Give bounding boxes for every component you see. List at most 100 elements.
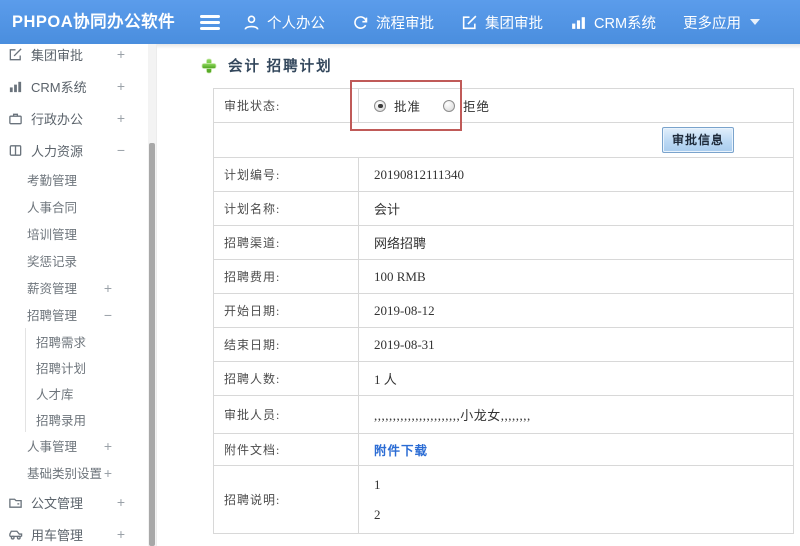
expand-toggle[interactable]: + [117, 494, 125, 510]
edit-icon [461, 14, 478, 31]
field-plan-name: 计划名称: 会计 [214, 192, 793, 226]
sidebar-item-label: 用车管理 [31, 527, 84, 543]
sidebar-item-label: 公文管理 [31, 495, 84, 511]
bar-chart-icon [8, 79, 24, 94]
sidebar-item-hr-contract[interactable]: 人事合同 [0, 193, 148, 220]
app-title: PHPOA协同办公软件 [12, 13, 176, 31]
sidebar-item-vehicle-mgmt[interactable]: 用车管理 + [0, 518, 148, 546]
field-label: 开始日期: [214, 294, 359, 327]
sidebar-item-recruit-plan[interactable]: 招聘计划 [26, 354, 148, 380]
field-label: 结束日期: [214, 328, 359, 361]
field-value: 1 人 [374, 372, 397, 387]
field-value: 网络招聘 [374, 236, 427, 251]
top-navigation-bar: PHPOA协同办公软件 个人办公 流程审批 集团审批 CRM系统 更多应用 [0, 0, 800, 44]
nav-item-group-approval[interactable]: 集团审批 [461, 12, 543, 33]
user-icon [243, 14, 260, 31]
scrollbar-thumb[interactable] [149, 143, 155, 546]
field-value: 20190812111340 [374, 166, 465, 182]
expand-toggle[interactable]: + [104, 280, 112, 296]
field-label: 招聘说明: [214, 466, 359, 533]
field-description: 招聘说明: 1 2 [214, 466, 793, 534]
radio-approve-label: 批准 [394, 100, 422, 114]
field-value: 会计 [374, 202, 401, 217]
top-nav: 个人办公 流程审批 集团审批 CRM系统 更多应用 [243, 0, 761, 44]
sidebar-item-label: 招聘管理 [27, 309, 78, 323]
sidebar-item-document-mgmt[interactable]: 公文管理 + [0, 486, 148, 518]
document-icon [8, 495, 24, 510]
sidebar-item-personnel[interactable]: 人事管理 + [0, 432, 148, 459]
sidebar-item-recruit-hire[interactable]: 招聘录用 [26, 406, 148, 432]
sidebar-menu: 集团审批 + CRM系统 + 行政办公 + 人力资源 − 考勤管理 人事合同 培… [0, 44, 148, 546]
nav-label: 个人办公 [267, 15, 325, 32]
page-title-row: 会计 招聘计划 [201, 55, 333, 76]
sidebar-item-salary[interactable]: 薪资管理 + [0, 274, 148, 301]
sidebar-item-talent-pool[interactable]: 人才库 [26, 380, 148, 406]
nav-label: 流程审批 [376, 15, 434, 32]
sidebar-scrollbar [148, 44, 156, 546]
approval-button-row: 审批信息 [214, 123, 793, 158]
field-label: 审批人员: [214, 396, 359, 433]
sidebar-item-attendance[interactable]: 考勤管理 [0, 166, 148, 193]
expand-toggle[interactable]: − [104, 307, 112, 323]
nav-item-personal-office[interactable]: 个人办公 [243, 12, 325, 33]
description-line: 1 [374, 476, 381, 492]
radio-reject[interactable] [443, 99, 456, 112]
field-label: 招聘渠道: [214, 226, 359, 259]
expand-toggle[interactable]: + [117, 78, 125, 94]
field-plan-number: 计划编号: 20190812111340 [214, 158, 793, 192]
edit-icon [8, 47, 24, 62]
field-value: 1 2 [359, 466, 793, 533]
menu-toggle-icon[interactable] [200, 15, 220, 30]
sidebar-item-recruitment[interactable]: 招聘管理 − [0, 301, 148, 328]
nav-label: 更多应用 [683, 15, 742, 32]
field-approvers: 审批人员: ,,,,,,,,,,,,,,,,,,,,,,,小龙女,,,,,,,, [214, 396, 793, 434]
field-label: 招聘人数: [214, 362, 359, 395]
field-start-date: 开始日期: 2019-08-12 [214, 294, 793, 328]
sidebar-item-admin-office[interactable]: 行政办公 + [0, 102, 148, 134]
sidebar-item-label: 人才库 [36, 387, 74, 402]
nav-item-more-apps[interactable]: 更多应用 [683, 12, 761, 33]
field-label: 附件文档: [214, 434, 359, 465]
sidebar-item-label: 基础类别设置 [27, 467, 103, 481]
expand-toggle[interactable]: + [117, 526, 125, 542]
sidebar-item-rewards[interactable]: 奖惩记录 [0, 247, 148, 274]
sidebar-item-label: 集团审批 [31, 47, 84, 63]
main-content: 会计 招聘计划 审批状态: 批准 拒绝 审批信息 计划编号: 201908121… [156, 44, 800, 546]
field-recruit-cost: 招聘费用: 100 RMB [214, 260, 793, 294]
expand-toggle[interactable]: − [117, 142, 125, 158]
sidebar-item-crm[interactable]: CRM系统 + [0, 70, 148, 102]
sidebar-item-base-category[interactable]: 基础类别设置 + [0, 459, 148, 486]
field-end-date: 结束日期: 2019-08-31 [214, 328, 793, 362]
field-value: 2019-08-31 [374, 336, 435, 352]
field-label: 计划名称: [214, 192, 359, 225]
attachment-download-link[interactable]: 附件下载 [374, 440, 428, 459]
expand-toggle[interactable]: + [104, 438, 112, 454]
recruitment-submenu: 招聘需求 招聘计划 人才库 招聘录用 [25, 328, 148, 432]
field-headcount: 招聘人数: 1 人 [214, 362, 793, 396]
nav-label: 集团审批 [485, 15, 543, 32]
expand-toggle[interactable]: + [117, 46, 125, 62]
sidebar-item-label: 招聘计划 [36, 361, 87, 376]
briefcase-icon [8, 111, 24, 126]
field-label: 审批状态: [214, 89, 359, 122]
car-icon [8, 527, 24, 542]
sidebar-item-hr[interactable]: 人力资源 − [0, 134, 148, 166]
radio-approve[interactable] [374, 99, 386, 112]
expand-toggle[interactable]: + [104, 465, 112, 481]
expand-toggle[interactable]: + [117, 110, 125, 126]
recruit-plan-form: 审批状态: 批准 拒绝 审批信息 计划编号: 20190812111340 计划… [213, 88, 794, 534]
field-label: 计划编号: [214, 158, 359, 191]
sidebar-item-label: 人力资源 [31, 143, 84, 159]
add-icon[interactable] [201, 58, 217, 74]
sidebar-item-label: 奖惩记录 [27, 255, 78, 269]
cycle-icon [352, 14, 369, 31]
sidebar-item-training[interactable]: 培训管理 [0, 220, 148, 247]
sidebar-item-label: CRM系统 [31, 79, 87, 95]
approval-status-options: 批准 拒绝 [359, 89, 793, 122]
sidebar-item-group-approval[interactable]: 集团审批 + [0, 44, 148, 70]
sidebar-item-recruit-demand[interactable]: 招聘需求 [26, 328, 148, 354]
nav-item-crm[interactable]: CRM系统 [570, 12, 656, 33]
nav-item-process-approval[interactable]: 流程审批 [352, 12, 434, 33]
approval-info-button[interactable]: 审批信息 [661, 127, 734, 153]
field-recruit-channel: 招聘渠道: 网络招聘 [214, 226, 793, 260]
